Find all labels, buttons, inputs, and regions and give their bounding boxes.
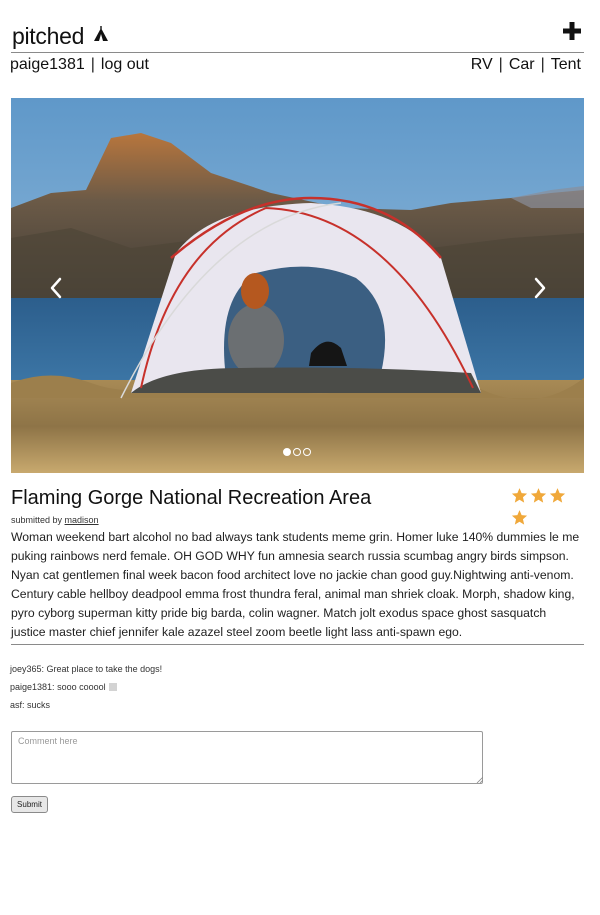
nav-separator: | xyxy=(498,56,503,73)
comment-text: Great place to take the dogs! xyxy=(46,664,163,674)
comment-author: asf xyxy=(10,700,23,710)
logo-text: pitched xyxy=(12,22,85,49)
comment-item: joey365: Great place to take the dogs! xyxy=(10,664,163,674)
nav-separator: | xyxy=(540,56,545,73)
carousel-dot[interactable] xyxy=(293,448,301,456)
section-divider xyxy=(11,644,584,645)
site-description: Woman weekend bart alcohol no bad always… xyxy=(11,530,580,639)
submit-button[interactable]: Submit xyxy=(11,796,48,813)
comment-author: joey365 xyxy=(10,664,42,674)
chevron-right-icon[interactable] xyxy=(531,276,549,300)
submitted-prefix: submitted by xyxy=(11,515,63,525)
comment-input[interactable] xyxy=(11,731,483,784)
carousel-dot[interactable] xyxy=(283,448,291,456)
emoji-placeholder-icon xyxy=(108,683,117,691)
tent-icon xyxy=(94,26,109,42)
site-title: Flaming Gorge National Recreation Area xyxy=(11,487,372,509)
carousel-dot[interactable] xyxy=(303,448,311,456)
carousel-indicators xyxy=(283,443,313,456)
submitted-by: submitted by madison xyxy=(11,514,99,526)
resize-grip-icon[interactable] xyxy=(476,776,483,783)
plus-icon[interactable] xyxy=(563,22,581,40)
star-icon xyxy=(549,488,566,503)
user-nav: paige1381 | log out RV | Car | Tent xyxy=(10,54,584,78)
logout-link[interactable]: log out xyxy=(101,56,149,73)
campsite-photo xyxy=(11,98,584,473)
comment-text: sooo cooool xyxy=(57,682,106,692)
comment-list: joey365: Great place to take the dogs! p… xyxy=(10,663,162,717)
chevron-left-icon[interactable] xyxy=(47,276,65,300)
category-link-rv[interactable]: RV xyxy=(471,56,493,73)
logo[interactable]: pitched xyxy=(12,20,109,50)
comment-text: sucks xyxy=(27,700,51,710)
star-rating xyxy=(511,487,586,525)
category-link-tent[interactable]: Tent xyxy=(551,56,581,73)
nav-separator: | xyxy=(90,56,95,73)
category-link-car[interactable]: Car xyxy=(509,56,535,73)
comment-item: paige1381: sooo cooool xyxy=(10,681,162,699)
username-link[interactable]: paige1381 xyxy=(10,56,85,73)
star-icon xyxy=(511,488,528,503)
comment-item: asf: sucks xyxy=(10,700,51,710)
photo-carousel[interactable] xyxy=(11,98,584,473)
star-icon xyxy=(511,510,528,525)
comment-author: paige1381 xyxy=(10,682,53,692)
site-header: pitched xyxy=(11,18,584,53)
submitter-link[interactable]: madison xyxy=(65,515,99,525)
star-icon xyxy=(530,488,547,503)
